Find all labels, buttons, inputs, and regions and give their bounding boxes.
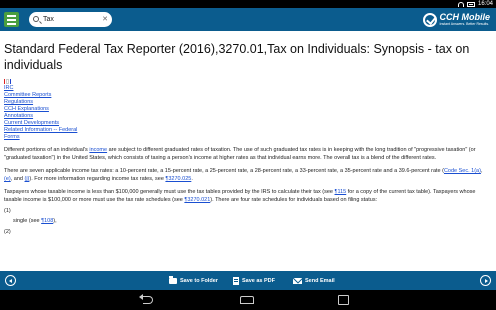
battery-icon <box>466 1 475 7</box>
list-number: (2) <box>4 228 11 235</box>
link-code-sec-1a[interactable]: Code Sec. 1(a) <box>444 168 481 174</box>
back-icon[interactable] <box>139 294 153 304</box>
link-irc[interactable]: IRC <box>4 85 492 92</box>
link-code-sec-1e[interactable]: (e) <box>4 176 11 182</box>
save-as-pdf-button[interactable]: Save as PDF <box>233 271 275 290</box>
link-annotations[interactable]: Annotations <box>4 113 492 120</box>
save-to-folder-label: Save to Folder <box>180 277 218 284</box>
document-content[interactable]: Standard Federal Tax Reporter (2016),327… <box>0 31 496 271</box>
document-title: Standard Federal Tax Reporter (2016),327… <box>4 42 470 72</box>
logo-brand: CCH Mobile <box>439 11 491 22</box>
flag-stripe <box>10 79 11 84</box>
menu-button[interactable] <box>4 12 19 27</box>
save-as-pdf-label: Save as PDF <box>242 277 276 284</box>
link-committee-reports[interactable]: Committee Reports <box>4 92 492 99</box>
link-current-developments[interactable]: Current Developments <box>4 120 492 127</box>
list-item: single (see ¶108), <box>4 218 492 226</box>
link-115[interactable]: ¶115 <box>335 189 347 195</box>
link-income[interactable]: income <box>89 147 107 153</box>
paragraph-rates: There are seven applicable income tax ra… <box>4 168 492 183</box>
link-forms[interactable]: Forms <box>4 134 492 141</box>
paragraph-tax-tables: Taxpayers whose taxable income is less t… <box>4 189 492 204</box>
text: , and <box>10 175 25 182</box>
clear-search-icon[interactable]: ✕ <box>102 12 108 27</box>
mail-icon <box>293 277 302 284</box>
checkmark-logo-icon <box>422 12 437 27</box>
save-to-folder-button[interactable]: Save to Folder <box>169 271 218 290</box>
link-3270-021[interactable]: ¶3270.021 <box>184 197 210 203</box>
search-value: Tax <box>43 16 54 23</box>
send-email-label: Send Email <box>305 277 335 284</box>
text: , <box>480 168 483 175</box>
next-document-icon[interactable] <box>480 275 491 286</box>
text: Taxpayers whose taxable income is less t… <box>4 189 335 196</box>
link-cch-explanations[interactable]: CCH Explanations <box>4 106 492 113</box>
link-related-information[interactable]: Related Information -- Federal <box>4 127 492 134</box>
link-3270-025[interactable]: ¶3270.025 <box>165 176 191 182</box>
bottom-toolbar: Save to Folder Save as PDF Send Email <box>0 271 496 290</box>
text: There are seven applicable income tax ra… <box>4 168 444 175</box>
text: ), <box>53 218 57 225</box>
text: ). There are four rate schedules for ind… <box>210 196 378 203</box>
link-regulations[interactable]: Regulations <box>4 99 492 106</box>
pdf-icon <box>233 276 239 285</box>
link-108[interactable]: ¶108 <box>41 218 53 224</box>
send-email-button[interactable]: Send Email <box>293 271 335 290</box>
home-icon[interactable] <box>240 296 254 304</box>
text: Different portions of an individual's <box>4 147 90 153</box>
cch-mobile-logo: CCH Mobile Instant Answers. Better Resul… <box>422 9 491 30</box>
recent-apps-icon[interactable] <box>338 295 349 305</box>
list-number: (1) <box>4 207 11 214</box>
status-time: 16:04 <box>477 1 493 7</box>
wifi-icon <box>457 1 464 7</box>
menu-icon-line <box>7 14 16 17</box>
flag-stripe <box>6 79 9 84</box>
menu-icon-line <box>7 22 16 25</box>
text: . <box>191 175 193 182</box>
previous-document-icon[interactable] <box>5 275 16 286</box>
flag-stripe <box>4 79 5 84</box>
paragraph-intro: Different portions of an individual's in… <box>4 147 492 162</box>
logo-tagline: Instant Answers. Better Results. <box>439 21 490 26</box>
text: single (see <box>13 218 42 225</box>
text: ). For more information regarding income… <box>29 175 166 182</box>
app-bar: Tax ✕ CCH Mobile Instant Answers. Better… <box>0 8 496 31</box>
navigation-bar <box>0 290 496 310</box>
search-input[interactable]: Tax ✕ <box>29 12 112 27</box>
list-item: (1) <box>4 208 492 216</box>
search-icon <box>33 16 39 22</box>
list-item: (2) <box>4 229 492 237</box>
menu-icon-line <box>7 18 16 21</box>
status-bar: 16:04 <box>0 0 496 8</box>
flag-icon <box>4 79 11 84</box>
folder-icon <box>169 275 177 284</box>
status-icons: 16:04 <box>457 0 493 8</box>
related-links: IRC Committee Reports Regulations CCH Ex… <box>4 85 492 141</box>
